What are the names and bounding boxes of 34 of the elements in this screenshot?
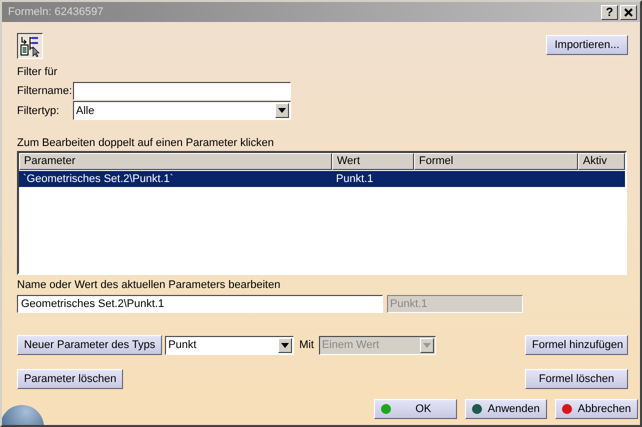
table-caption: Zum Bearbeiten doppelt auf einen Parameter klicken: [17, 137, 275, 149]
new-parameter-button[interactable]: Neuer Parameter des Typs: [17, 335, 162, 355]
dropdown-arrow-icon: [281, 342, 290, 348]
close-icon: [624, 8, 633, 16]
column-header[interactable]: Parameter: [19, 153, 332, 170]
parameter-type-dropdown[interactable]: Punkt: [165, 336, 294, 354]
column-header[interactable]: Wert: [332, 153, 414, 170]
column-header[interactable]: Formel: [414, 153, 578, 170]
close-button[interactable]: [620, 4, 637, 20]
dialog-button[interactable]: Abbrechen: [554, 399, 638, 419]
table-cell-text: Punkt.1: [335, 172, 374, 187]
column-header[interactable]: Aktiv: [578, 153, 625, 170]
import-button[interactable]: Importieren...: [546, 35, 628, 55]
dialog-button[interactable]: OK: [374, 399, 457, 419]
table-row[interactable]: `Geometrisches Set.2\Punkt.1` Punkt.1: [19, 171, 625, 187]
dropdown-arrow-icon: [422, 342, 431, 348]
delete-parameter-button[interactable]: Parameter löschen: [17, 369, 124, 389]
filter-type-label: Filtertyp:: [17, 104, 60, 116]
filter-heading: Filter für: [17, 66, 58, 80]
help-button[interactable]: ?: [601, 4, 618, 20]
window-title: Formeln: 62436597: [8, 6, 104, 18]
filter-name-field[interactable]: [73, 82, 291, 100]
globe-logo-icon: [2, 405, 44, 425]
dropdown-arrow-icon: [278, 108, 286, 113]
with-label: Mit: [299, 339, 314, 351]
filter-type-dropdown[interactable]: Alle: [73, 101, 291, 120]
edit-caption: Name oder Wert des aktuellen Parameters bearbeiten: [17, 279, 282, 291]
add-formula-button[interactable]: Formel hinzufügen: [525, 335, 628, 355]
delete-formula-button[interactable]: Formel löschen: [525, 369, 628, 389]
parameter-name-field[interactable]: Geometrisches Set.2\Punkt.1: [17, 295, 383, 313]
table-cell-text: `Geometrisches Set.2\Punkt.1`: [22, 172, 174, 187]
formula-tool-icon[interactable]: [17, 33, 43, 59]
filter-name-label: Filtername:: [17, 84, 73, 96]
dialog-button[interactable]: Anwenden: [464, 399, 547, 419]
